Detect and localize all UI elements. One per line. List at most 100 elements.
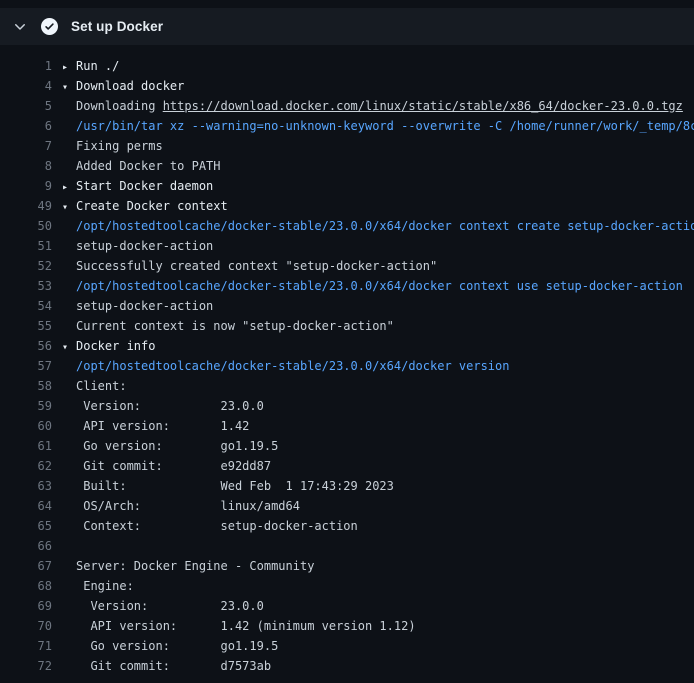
log-row: 71 Go version: go1.19.5 [0, 636, 694, 656]
line-content: Successfully created context "setup-dock… [62, 256, 437, 276]
line-number[interactable]: 7 [0, 136, 52, 156]
line-content: ▾Create Docker context [62, 196, 228, 216]
log-url-link[interactable]: https://download.docker.com/linux/static… [163, 99, 683, 113]
log-row: 64 OS/Arch: linux/amd64 [0, 496, 694, 516]
line-content: /opt/hostedtoolcache/docker-stable/23.0.… [62, 276, 683, 296]
group-expanded-arrow-icon[interactable]: ▾ [62, 338, 76, 356]
group-collapsed-arrow-icon[interactable]: ▸ [62, 178, 76, 196]
log-row: 62 Git commit: e92dd87 [0, 456, 694, 476]
line-content: Built: Wed Feb 1 17:43:29 2023 [62, 476, 394, 496]
line-content: /opt/hostedtoolcache/docker-stable/23.0.… [62, 216, 694, 236]
group-collapsed-arrow-icon[interactable]: ▸ [62, 58, 76, 76]
log-row: 54 setup-docker-action [0, 296, 694, 316]
line-content: API version: 1.42 [62, 416, 249, 436]
log-group-row[interactable]: 9 ▸Start Docker daemon [0, 176, 694, 196]
line-content: API version: 1.42 (minimum version 1.12) [62, 616, 416, 636]
log-text: Client: [76, 379, 127, 393]
group-expanded-arrow-icon[interactable]: ▾ [62, 198, 76, 216]
line-number[interactable]: 5 [0, 96, 52, 116]
line-content: OS/Arch: linux/amd64 [62, 496, 300, 516]
line-number[interactable]: 68 [0, 576, 52, 596]
log-text: setup-docker-action [76, 299, 213, 313]
log-text: API version: 1.42 (minimum version 1.12) [76, 619, 416, 633]
line-content: Go version: go1.19.5 [62, 636, 278, 656]
line-number[interactable]: 61 [0, 436, 52, 456]
log-row: 50/opt/hostedtoolcache/docker-stable/23.… [0, 216, 694, 236]
line-number[interactable]: 55 [0, 316, 52, 336]
line-content: /opt/hostedtoolcache/docker-stable/23.0.… [62, 356, 509, 376]
log-row: 65 Context: setup-docker-action [0, 516, 694, 536]
log-row: 70 API version: 1.42 (minimum version 1.… [0, 616, 694, 636]
line-number[interactable]: 1 [0, 56, 52, 76]
step-title: Set up Docker [71, 19, 163, 34]
line-number[interactable]: 62 [0, 456, 52, 476]
log-text: Added Docker to PATH [76, 159, 221, 173]
log-text: Current context is now "setup-docker-act… [76, 319, 394, 333]
line-number[interactable]: 71 [0, 636, 52, 656]
group-title[interactable]: Download docker [76, 79, 184, 93]
line-content: Go version: go1.19.5 [62, 436, 278, 456]
log-text: Successfully created context "setup-dock… [76, 259, 437, 273]
log-row: 59 Version: 23.0.0 [0, 396, 694, 416]
line-number[interactable]: 65 [0, 516, 52, 536]
line-number[interactable]: 6 [0, 116, 52, 136]
line-number[interactable]: 70 [0, 616, 52, 636]
log-command-text: /opt/hostedtoolcache/docker-stable/23.0.… [76, 279, 683, 293]
line-number[interactable]: 67 [0, 556, 52, 576]
line-number[interactable]: 63 [0, 476, 52, 496]
line-number[interactable]: 64 [0, 496, 52, 516]
line-number[interactable]: 58 [0, 376, 52, 396]
line-number[interactable]: 9 [0, 176, 52, 196]
line-number[interactable]: 4 [0, 76, 52, 96]
log-text: Version: 23.0.0 [76, 599, 264, 613]
line-number[interactable]: 57 [0, 356, 52, 376]
group-title[interactable]: Docker info [76, 339, 155, 353]
group-title[interactable]: Run ./ [76, 59, 119, 73]
group-title[interactable]: Start Docker daemon [76, 179, 213, 193]
log-row: 6/usr/bin/tar xz --warning=no-unknown-ke… [0, 116, 694, 136]
line-content: Context: setup-docker-action [62, 516, 358, 536]
line-number[interactable]: 60 [0, 416, 52, 436]
group-title[interactable]: Create Docker context [76, 199, 228, 213]
log-text: Go version: go1.19.5 [76, 439, 278, 453]
log-row: 53/opt/hostedtoolcache/docker-stable/23.… [0, 276, 694, 296]
log-row: 63 Built: Wed Feb 1 17:43:29 2023 [0, 476, 694, 496]
chevron-down-icon[interactable] [12, 19, 28, 35]
line-number[interactable]: 56 [0, 336, 52, 356]
line-number[interactable]: 53 [0, 276, 52, 296]
line-content: Version: 23.0.0 [62, 596, 264, 616]
log-group-row[interactable]: 4 ▾Download docker [0, 76, 694, 96]
line-content: Engine: [62, 576, 134, 596]
group-expanded-arrow-icon[interactable]: ▾ [62, 78, 76, 96]
log-row: 51setup-docker-action [0, 236, 694, 256]
log-text: API version: 1.42 [76, 419, 249, 433]
line-number[interactable]: 51 [0, 236, 52, 256]
line-content: ▾Download docker [62, 76, 184, 96]
line-content: ▸Start Docker daemon [62, 176, 213, 196]
line-content: Version: 23.0.0 [62, 396, 264, 416]
top-strip [0, 0, 694, 8]
line-number[interactable]: 52 [0, 256, 52, 276]
log-row: 68 Engine: [0, 576, 694, 596]
line-number[interactable]: 50 [0, 216, 52, 236]
line-number[interactable]: 49 [0, 196, 52, 216]
line-number[interactable]: 8 [0, 156, 52, 176]
log-group-row[interactable]: 1 ▸Run ./ [0, 56, 694, 76]
line-number[interactable]: 66 [0, 536, 52, 556]
log-row: 7 Fixing perms [0, 136, 694, 156]
line-number[interactable]: 69 [0, 596, 52, 616]
log-row: 57/opt/hostedtoolcache/docker-stable/23.… [0, 356, 694, 376]
step-header[interactable]: Set up Docker [0, 8, 694, 45]
log-row: 60 API version: 1.42 [0, 416, 694, 436]
line-number[interactable]: 59 [0, 396, 52, 416]
line-number[interactable]: 72 [0, 656, 52, 676]
log-group-row[interactable]: 56 ▾Docker info [0, 336, 694, 356]
log-group-row[interactable]: 49 ▾Create Docker context [0, 196, 694, 216]
log-lines: 1▸Run ./4▾Download docker5Downloading ht… [0, 45, 694, 676]
line-number[interactable]: 54 [0, 296, 52, 316]
line-content: Server: Docker Engine - Community [62, 556, 314, 576]
log-command-text: /opt/hostedtoolcache/docker-stable/23.0.… [76, 219, 694, 233]
log-text: Fixing perms [76, 139, 163, 153]
log-text: Server: Docker Engine - Community [76, 559, 314, 573]
line-content: Current context is now "setup-docker-act… [62, 316, 394, 336]
